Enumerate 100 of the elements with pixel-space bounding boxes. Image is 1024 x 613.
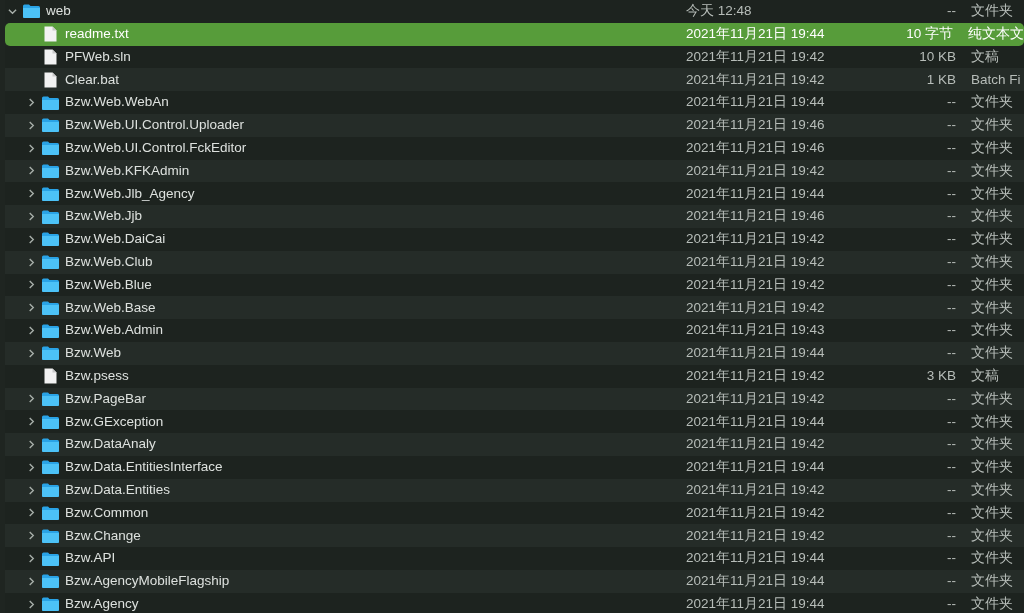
- file-type: 文稿: [971, 47, 999, 66]
- file-name: Bzw.Agency: [65, 595, 139, 613]
- file-name: Bzw.Web.WebAn: [65, 93, 169, 112]
- file-type: 文件夹: [971, 116, 1013, 135]
- chevron-right-icon[interactable]: [27, 508, 36, 518]
- file-type: 文件夹: [971, 184, 1013, 203]
- file-row[interactable]: Bzw.AgencyMobileFlagship 2021年11月21日 19:44 -- 文件夹: [5, 569, 1024, 593]
- date-modified: 2021年11月21日 19:44: [686, 344, 826, 363]
- file-size: --: [947, 435, 956, 454]
- file-size: --: [947, 93, 956, 112]
- file-type: 文件夹: [971, 595, 1013, 613]
- file-type: 文件夹: [971, 275, 1013, 294]
- file-type: 文件夹: [971, 412, 1013, 431]
- file-type: 文件夹: [971, 230, 1013, 249]
- file-size: --: [947, 503, 956, 522]
- folder-icon: [42, 414, 59, 429]
- chevron-right-icon[interactable]: [27, 348, 36, 358]
- folder-icon: [23, 4, 40, 19]
- document-icon: [44, 71, 57, 88]
- file-name: Bzw.Web.UI.Control.Uploader: [65, 116, 245, 135]
- chevron-right-icon[interactable]: [27, 303, 36, 313]
- date-modified: 2021年11月21日 19:42: [686, 275, 826, 294]
- file-row[interactable]: Bzw.Web.Jjb 2021年11月21日 19:46 -- 文件夹: [5, 205, 1024, 228]
- file-name: Bzw.Data.Entities: [65, 481, 171, 499]
- file-size: --: [947, 275, 956, 294]
- file-type: 文件夹: [971, 549, 1013, 568]
- file-type: 文件夹: [971, 139, 1013, 158]
- date-modified: 2021年11月21日 19:44: [686, 549, 826, 568]
- file-type: 纯文本文: [968, 25, 1024, 44]
- file-size: 10 字节: [906, 25, 953, 44]
- file-name: Bzw.Web: [65, 344, 122, 363]
- file-size: --: [947, 207, 956, 226]
- file-row[interactable]: Bzw.Data.Entities 2021年11月21日 19:42 -- 文件夹: [5, 478, 1024, 502]
- file-size: --: [947, 572, 956, 591]
- file-row[interactable]: Clear.bat 2021年11月21日 19:42 1 KB Batch Fi: [5, 68, 1024, 92]
- chevron-right-icon[interactable]: [27, 554, 36, 563]
- file-type: 文件夹: [971, 503, 1013, 522]
- chevron-right-icon[interactable]: [27, 531, 36, 541]
- chevron-right-icon[interactable]: [27, 326, 36, 336]
- file-name: Bzw.Web.Base: [65, 298, 156, 317]
- date-modified: 2021年11月21日 19:42: [686, 435, 826, 454]
- chevron-right-icon[interactable]: [27, 394, 36, 404]
- chevron-right-icon[interactable]: [27, 257, 36, 267]
- file-type: 文件夹: [971, 207, 1013, 226]
- file-type: 文件夹: [971, 481, 1013, 499]
- date-modified: 2021年11月21日 19:46: [686, 139, 826, 158]
- file-type: 文件夹: [971, 389, 1013, 408]
- file-type: 文件夹: [971, 253, 1013, 272]
- chevron-right-icon[interactable]: [27, 98, 36, 108]
- chevron-right-icon[interactable]: [27, 143, 36, 153]
- file-size: --: [947, 458, 956, 477]
- file-row[interactable]: Bzw.Change 2021年11月21日 19:42 -- 文件夹: [5, 524, 1024, 548]
- folder-icon: [42, 437, 59, 452]
- date-modified: 2021年11月21日 19:44: [686, 184, 826, 203]
- file-type: 文件夹: [971, 93, 1013, 112]
- chevron-right-icon[interactable]: [27, 485, 36, 495]
- file-row[interactable]: Bzw.Web 2021年11月21日 19:44 -- 文件夹: [5, 341, 1024, 365]
- file-row[interactable]: Bzw.Web.Club 2021年11月21日 19:42 -- 文件夹: [5, 250, 1024, 274]
- file-size: 3 KB: [926, 367, 956, 385]
- chevron-right-icon[interactable]: [27, 417, 36, 427]
- file-name: readme.txt: [65, 25, 129, 44]
- folder-icon: [42, 141, 59, 156]
- chevron-right-icon[interactable]: [27, 599, 36, 609]
- date-modified: 2021年11月21日 19:46: [686, 207, 826, 226]
- file-name: Bzw.Web.Jjb: [65, 207, 143, 226]
- file-size: --: [947, 230, 956, 249]
- file-type: 文件夹: [971, 298, 1013, 317]
- file-type: Batch Fi: [971, 70, 1021, 89]
- date-modified: 2021年11月21日 19:42: [686, 253, 826, 272]
- folder-icon: [42, 277, 59, 292]
- folder-icon: [42, 186, 59, 201]
- chevron-down-icon[interactable]: [8, 6, 17, 16]
- folder-icon: [42, 551, 59, 566]
- file-name: Bzw.DataAnaly: [65, 435, 156, 454]
- chevron-right-icon[interactable]: [27, 280, 36, 290]
- chevron-right-icon[interactable]: [27, 234, 36, 244]
- folder-icon: [42, 95, 59, 110]
- chevron-right-icon[interactable]: [27, 189, 36, 199]
- document-icon: [44, 26, 57, 43]
- chevron-right-icon[interactable]: [27, 212, 36, 222]
- folder-icon: [42, 232, 59, 247]
- date-modified: 2021年11月21日 19:42: [686, 526, 826, 545]
- chevron-right-icon[interactable]: [27, 462, 36, 472]
- file-name: Bzw.GException: [65, 412, 164, 431]
- folder-icon: [42, 505, 59, 520]
- file-row[interactable]: Bzw.PageBar 2021年11月21日 19:42 -- 文件夹: [5, 387, 1024, 411]
- chevron-right-icon[interactable]: [27, 166, 36, 176]
- file-size: --: [947, 595, 956, 613]
- file-row[interactable]: Bzw.Web.Base 2021年11月21日 19:42 -- 文件夹: [5, 296, 1024, 320]
- file-row[interactable]: Bzw.Web.UI.Control.Uploader 2021年11月21日 19:46 -- 文件夹: [5, 114, 1024, 137]
- file-row[interactable]: Bzw.DataAnaly 2021年11月21日 19:42 -- 文件夹: [5, 433, 1024, 456]
- file-name: Bzw.AgencyMobileFlagship: [65, 572, 230, 591]
- chevron-right-icon[interactable]: [27, 120, 36, 130]
- file-type: 文件夹: [971, 572, 1013, 591]
- chevron-right-icon[interactable]: [27, 576, 36, 586]
- date-modified: 2021年11月21日 19:42: [686, 230, 826, 249]
- file-row[interactable]: Bzw.Web.KFKAdmin 2021年11月21日 19:42 -- 文件夹: [5, 159, 1024, 183]
- document-icon: [44, 49, 57, 65]
- file-name: Clear.bat: [65, 70, 120, 89]
- chevron-right-icon[interactable]: [27, 440, 36, 450]
